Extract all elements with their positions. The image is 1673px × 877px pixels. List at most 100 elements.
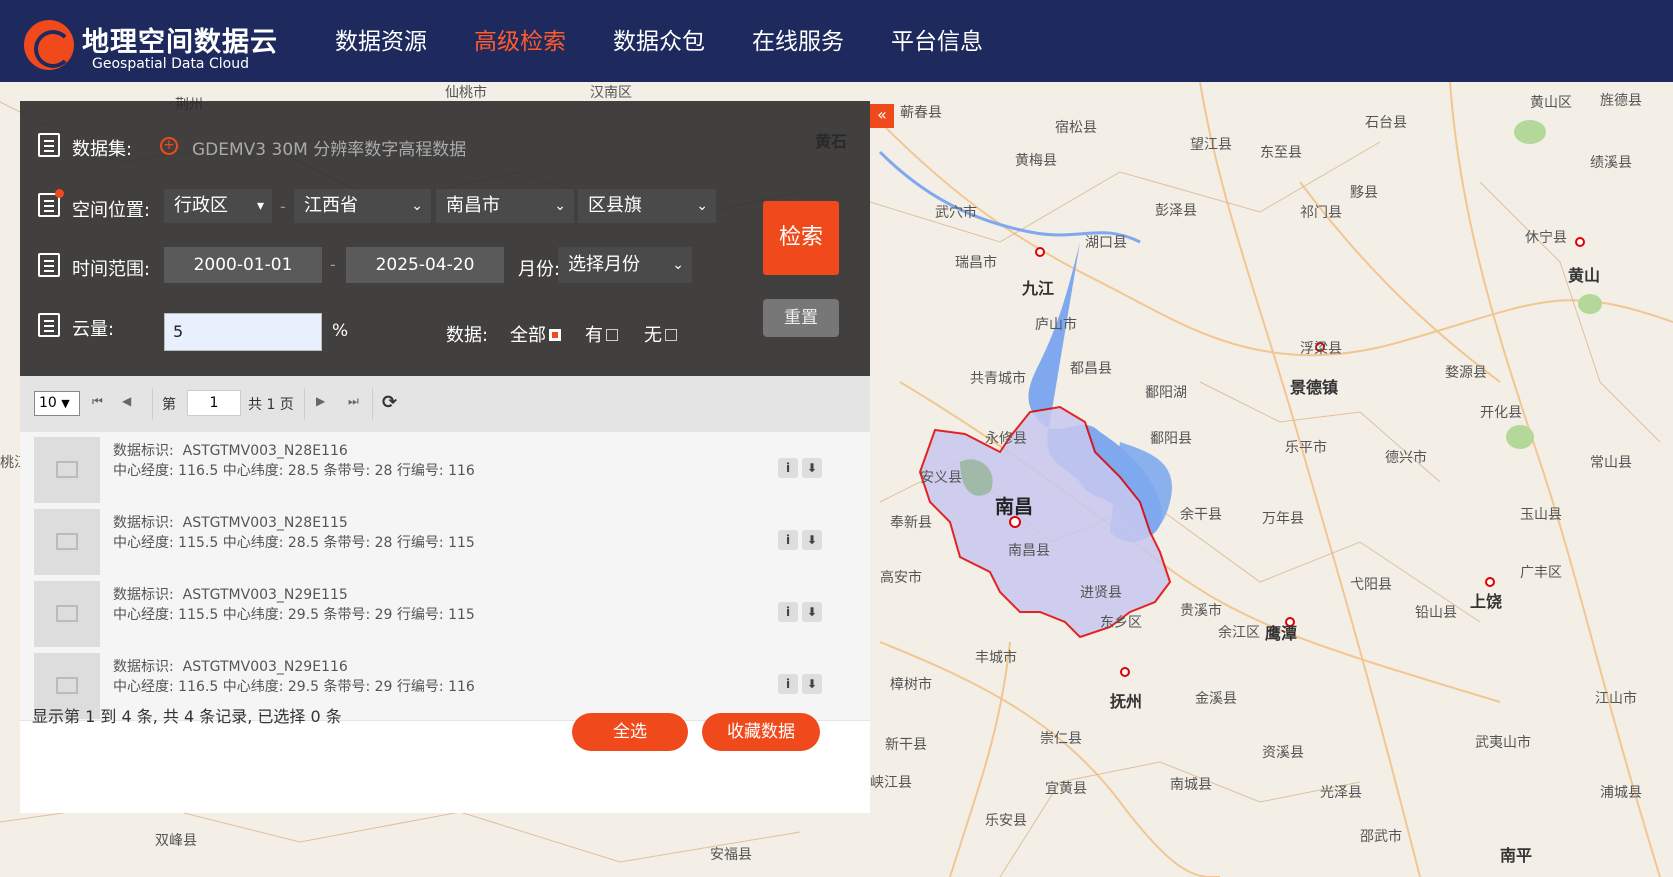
result-meta: 中心经度: 116.5 中心纬度: 28.5 条带号: 28 行编号: 116	[113, 463, 475, 479]
select-all-button[interactable]: 全选	[572, 713, 688, 751]
add-dataset-icon[interactable]: +	[160, 137, 178, 155]
map-label: 汉南区	[590, 85, 632, 101]
map-label: 望江县	[1190, 137, 1232, 153]
map-label: 景德镇	[1290, 378, 1339, 397]
data-filter-label: 数据:	[446, 325, 489, 346]
map-label: 广丰区	[1520, 565, 1562, 581]
nav-online-services[interactable]: 在线服务	[752, 0, 844, 82]
nav-crowdsourcing[interactable]: 数据众包	[613, 0, 705, 82]
site-logo[interactable]: 地理空间数据云 Geospatial Data Cloud	[24, 12, 294, 72]
data-none-checkbox[interactable]	[665, 329, 677, 341]
dataset-value[interactable]: GDEMV3 30M 分辨率数字高程数据	[192, 135, 466, 160]
map-label: 浮梁县	[1300, 341, 1342, 357]
map-label: 黟县	[1350, 185, 1378, 201]
map-label: 贵溪市	[1180, 603, 1222, 619]
map-label: 旌德县	[1600, 93, 1642, 109]
info-icon[interactable]: i	[778, 602, 798, 622]
map-label: 安福县	[710, 847, 752, 863]
map-label: 宜黄县	[1045, 781, 1087, 797]
first-page-icon[interactable]: ⏮	[92, 394, 103, 409]
search-button[interactable]: 检索	[763, 201, 839, 275]
result-row[interactable]: 数据标识: ASTGTMV003_N28E116 中心经度: 116.5 中心纬…	[20, 432, 870, 505]
result-id-label: 数据标识:	[113, 515, 174, 531]
nav-platform-info[interactable]: 平台信息	[891, 0, 983, 82]
month-value: 选择月份	[568, 254, 640, 275]
map-label: 高安市	[880, 570, 922, 586]
map-label: 德兴市	[1385, 450, 1427, 466]
data-all-option[interactable]: 全部	[510, 321, 561, 347]
result-meta: 中心经度: 115.5 中心纬度: 28.5 条带号: 28 行编号: 115	[113, 535, 475, 551]
info-icon[interactable]: i	[778, 674, 798, 694]
map-label: 黄山	[1568, 266, 1601, 285]
map-label: 双峰县	[155, 833, 197, 849]
data-has-label: 有	[585, 325, 603, 346]
collect-data-button[interactable]: 收藏数据	[702, 713, 820, 751]
date-to-input[interactable]: 2025-04-20	[346, 247, 504, 283]
location-label: 空间位置:	[72, 200, 151, 221]
map-label: 鹰潭	[1265, 624, 1298, 643]
province-select[interactable]: 江西省 ⌄	[294, 189, 431, 223]
map-label: 抚州	[1110, 692, 1143, 711]
thumbnail-placeholder-icon	[34, 437, 100, 503]
map-label: 玉山县	[1520, 507, 1562, 523]
result-id-label: 数据标识:	[113, 659, 174, 675]
page-size-value: 10	[39, 395, 57, 411]
result-row[interactable]: 数据标识: ASTGTMV003_N28E115 中心经度: 115.5 中心纬…	[20, 504, 870, 577]
map-label: 武穴市	[935, 205, 977, 221]
page-size-select[interactable]: 10 ▼	[34, 391, 80, 416]
map-label: 石台县	[1365, 115, 1407, 131]
map-label: 鄱阳县	[1150, 431, 1192, 447]
location-type-select[interactable]: 行政区 ▾	[164, 189, 272, 223]
data-has-checkbox[interactable]	[606, 329, 618, 341]
logo-title: 地理空间数据云	[82, 27, 278, 58]
dataset-label: 数据集:	[72, 139, 133, 160]
map-label: 光泽县	[1320, 785, 1362, 801]
nav-advanced-search[interactable]: 高级检索	[474, 0, 566, 82]
result-id-value: ASTGTMV003_N29E115	[182, 587, 348, 603]
map-label: 共青城市	[970, 371, 1026, 387]
chevron-down-icon: ⌄	[696, 198, 708, 214]
prev-page-icon[interactable]: ◀	[122, 394, 131, 408]
last-page-icon[interactable]: ⏭	[348, 394, 359, 409]
month-select[interactable]: 选择月份 ⌄	[558, 247, 692, 283]
download-icon[interactable]: ⬇	[802, 458, 822, 478]
chevron-down-icon: ▼	[61, 397, 70, 410]
map-label: 江山市	[1595, 691, 1637, 707]
info-icon[interactable]: i	[778, 458, 798, 478]
city-select[interactable]: 南昌市 ⌄	[436, 189, 574, 223]
map-label: 南昌县	[1008, 543, 1050, 559]
map-label: 常山县	[1590, 455, 1632, 471]
info-icon[interactable]: i	[778, 530, 798, 550]
collapse-panel-button[interactable]: «	[870, 104, 894, 128]
date-from-input[interactable]: 2000-01-01	[164, 247, 322, 283]
map-label: 仙桃市	[445, 85, 487, 101]
map-label: 瑞昌市	[955, 255, 997, 271]
caret-down-icon: ▾	[256, 198, 264, 214]
download-icon[interactable]: ⬇	[802, 674, 822, 694]
data-none-option[interactable]: 无	[644, 321, 677, 347]
next-page-icon[interactable]: ▶	[316, 394, 325, 408]
result-id-value: ASTGTMV003_N29E116	[182, 659, 348, 675]
result-row[interactable]: 数据标识: ASTGTMV003_N29E115 中心经度: 115.5 中心纬…	[20, 576, 870, 649]
data-all-checkbox[interactable]	[549, 329, 561, 341]
refresh-icon[interactable]: ⟳	[382, 392, 397, 413]
result-id: 数据标识: ASTGTMV003_N29E115	[113, 584, 348, 604]
result-id: 数据标识: ASTGTMV003_N28E116	[113, 440, 348, 460]
download-icon[interactable]: ⬇	[802, 602, 822, 622]
data-has-option[interactable]: 有	[585, 321, 618, 347]
county-select[interactable]: 区县旗 ⌄	[578, 189, 716, 223]
cloud-input[interactable]: 5	[164, 313, 322, 351]
page-number-input[interactable]: 1	[187, 390, 241, 416]
map-label: 湖口县	[1085, 235, 1127, 251]
nav-data-resources[interactable]: 数据资源	[335, 0, 427, 82]
map-label: 南城县	[1170, 777, 1212, 793]
map-label-nanchang: 南昌	[995, 496, 1034, 518]
pagination-bar: 10 ▼ ⏮ ◀ 第 1 共 1 页 ▶ ⏭ ⟳	[20, 376, 870, 432]
reset-button[interactable]: 重置	[763, 299, 839, 337]
map-label: 资溪县	[1262, 745, 1304, 761]
result-id-label: 数据标识:	[113, 443, 174, 459]
map-label: 余干县	[1180, 507, 1222, 523]
data-none-label: 无	[644, 325, 662, 346]
separator: -	[280, 197, 286, 216]
download-icon[interactable]: ⬇	[802, 530, 822, 550]
